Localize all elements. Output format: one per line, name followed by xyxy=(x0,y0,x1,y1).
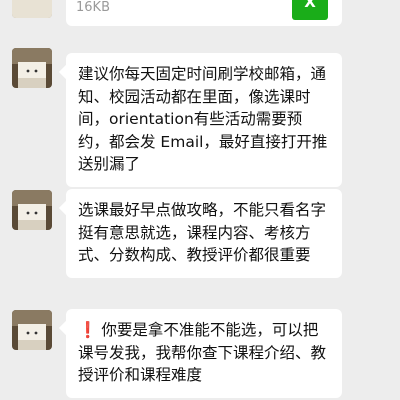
message-bubble[interactable]: 选课最好早点做攻略，不能只看名字挺有意思就选，课程内容、考核方式、分数构成、教授… xyxy=(66,189,342,278)
message-bubble[interactable]: ❗ 你要是拿不准能不能选，可以把课号发我，我帮你查下课程介绍、教授评价和课程难度 xyxy=(66,309,342,398)
avatar[interactable] xyxy=(12,190,52,230)
file-message-card[interactable]: 16KB X xyxy=(66,0,342,26)
avatar[interactable] xyxy=(12,48,52,88)
file-size: 16KB xyxy=(76,0,110,15)
avatar[interactable] xyxy=(12,0,52,18)
avatar[interactable] xyxy=(12,310,52,350)
chat-conversation: 16KB X 建议你每天固定时间刷学校邮箱，通知、校园活动都在里面，像选课时间，… xyxy=(0,0,400,400)
excel-file-icon: X xyxy=(292,0,328,20)
message-bubble[interactable]: 建议你每天固定时间刷学校邮箱，通知、校园活动都在里面，像选课时间，orienta… xyxy=(66,53,342,187)
message-text: 建议你每天固定时间刷学校邮箱，通知、校园活动都在里面，像选课时间，orienta… xyxy=(78,65,328,173)
exclamation-icon: ❗ xyxy=(78,321,98,339)
message-text: 你要是拿不准能不能选，可以把课号发我，我帮你查下课程介绍、教授评价和课程难度 xyxy=(78,321,327,384)
message-text: 选课最好早点做攻略，不能只看名字挺有意思就选，课程内容、考核方式、分数构成、教授… xyxy=(78,201,327,264)
